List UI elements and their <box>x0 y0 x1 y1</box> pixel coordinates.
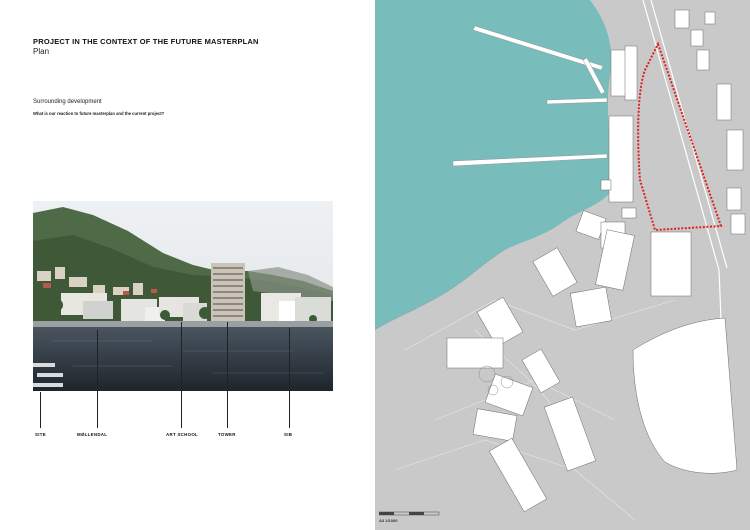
section-question: What is our reaction to future masterpla… <box>33 111 165 116</box>
label-site: SITE <box>35 432 46 437</box>
waterfront-photo <box>33 201 333 391</box>
page-title: PROJECT IN THE CONTEXT OF THE FUTURE MAS… <box>33 37 259 46</box>
site-plan-drawing <box>375 0 750 530</box>
left-page: PROJECT IN THE CONTEXT OF THE FUTURE MAS… <box>0 0 375 530</box>
section-heading: Surrounding development <box>33 99 102 105</box>
tower-label-line <box>227 322 228 428</box>
waterfront-photo-illustration <box>33 201 333 391</box>
label-mollendal: MØLLENDAL <box>77 432 108 437</box>
label-art-school: ART SCHOOL <box>166 432 199 437</box>
art-school-label-line <box>181 322 182 428</box>
scale-bar <box>379 511 440 516</box>
page-subtitle: Plan <box>33 47 50 56</box>
site-label-line <box>40 392 41 428</box>
label-tower: TOWER <box>218 432 236 437</box>
label-sib: SIB <box>284 432 293 437</box>
scale-label: A3 1/1000 <box>379 518 398 523</box>
mollendal-label-line <box>97 330 98 428</box>
masterplan-map: A3 1/1000 <box>375 0 750 530</box>
sib-label-line <box>289 328 290 428</box>
